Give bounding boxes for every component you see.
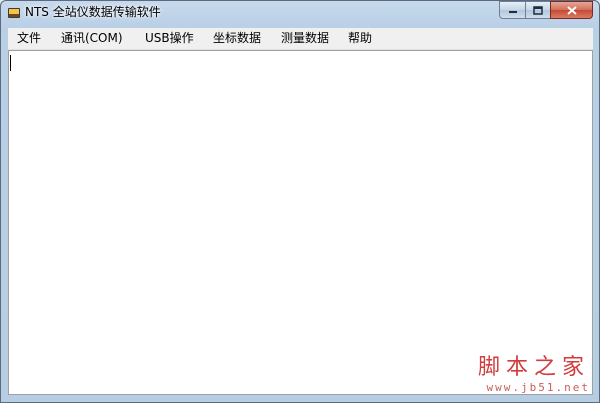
maximize-button[interactable] [525, 1, 550, 19]
app-window: NTS 全站仪数据传输软件 文件 通讯(COM) USB操作 坐标数据 测量数据… [0, 0, 600, 403]
watermark-brand: 脚本之家 [477, 355, 590, 380]
menu-coordinate-data[interactable]: 坐标数据 [213, 31, 261, 46]
watermark-url: www.jb51.net [486, 381, 590, 394]
close-icon [566, 5, 577, 15]
text-caret [10, 55, 11, 71]
menu-file[interactable]: 文件 [17, 31, 41, 46]
menu-communication[interactable]: 通讯(COM) [61, 31, 123, 46]
minimize-icon [508, 11, 517, 13]
maximize-icon [533, 5, 543, 15]
window-title: NTS 全站仪数据传输软件 [25, 5, 161, 19]
menu-usb[interactable]: USB操作 [145, 31, 194, 46]
close-button[interactable] [550, 1, 593, 19]
minimize-button[interactable] [499, 1, 525, 19]
text-editor[interactable]: 脚本之家 www.jb51.net [8, 50, 593, 395]
caption-buttons [499, 1, 593, 20]
watermark: 脚本之家 www.jb51.net [478, 355, 590, 394]
menu-measurement-data[interactable]: 测量数据 [281, 31, 329, 46]
menu-help[interactable]: 帮助 [348, 31, 372, 46]
menu-bar: 文件 通讯(COM) USB操作 坐标数据 测量数据 帮助 [8, 28, 593, 50]
title-bar[interactable]: NTS 全站仪数据传输软件 [1, 1, 599, 25]
app-icon [8, 8, 20, 18]
